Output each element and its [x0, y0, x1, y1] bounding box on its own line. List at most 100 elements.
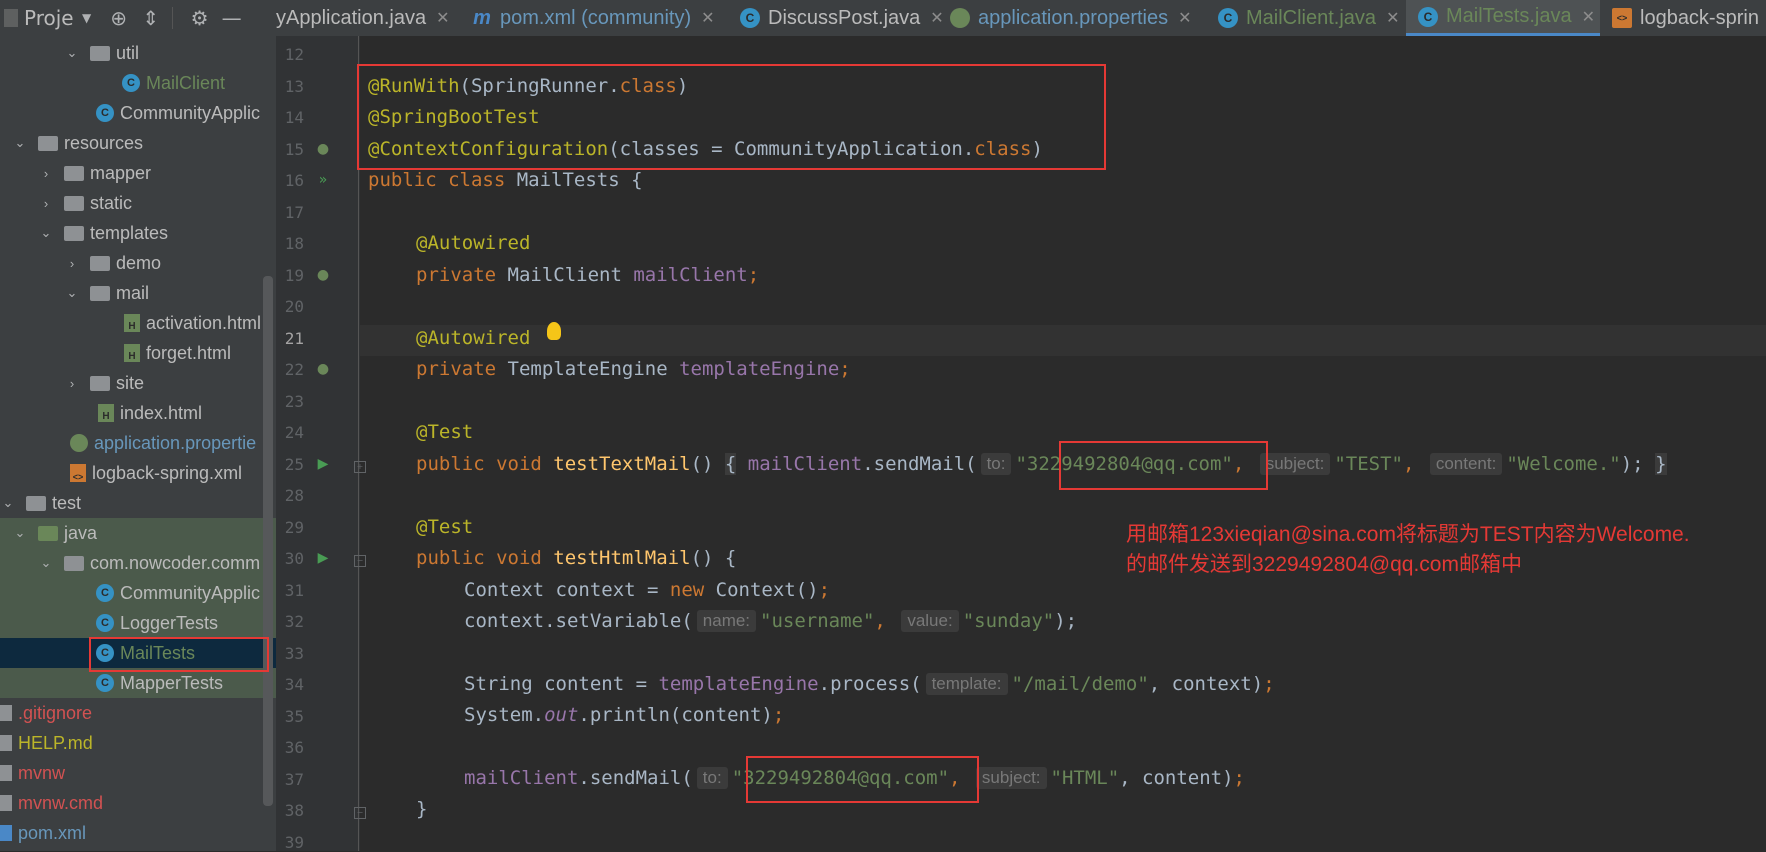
line-number: 29	[284, 518, 304, 537]
tab-label: DiscussPost.java	[768, 6, 921, 29]
tree-item-mappertests[interactable]: C MapperTests	[0, 668, 276, 698]
annotation-token: @SpringBootTest	[368, 105, 540, 128]
tab-community-application[interactable]: yApplication.java ✕	[276, 0, 450, 36]
run-test-icon[interactable]: ▶	[314, 455, 332, 473]
tree-item-index-html[interactable]: H index.html	[0, 398, 276, 428]
code-token: ,	[1232, 452, 1256, 475]
tree-item-loggertests[interactable]: C LoggerTests	[0, 608, 276, 638]
tree-item-mapper[interactable]: › mapper	[0, 158, 276, 188]
tree-item-static[interactable]: › static	[0, 188, 276, 218]
code-line-38: }	[416, 793, 427, 824]
annotation-token: @RunWith	[368, 74, 460, 97]
collapse-icon[interactable]: ⇕	[138, 5, 164, 31]
close-icon[interactable]: ✕	[1582, 7, 1595, 27]
keyword-token: public void	[416, 452, 554, 475]
line-number: 16	[284, 171, 304, 190]
close-icon[interactable]: ✕	[701, 8, 714, 28]
tab-pom-xml[interactable]: m pom.xml (community) ✕	[472, 0, 714, 36]
annotation-token: @Test	[416, 420, 474, 443]
chevron-down-icon[interactable]: ⌄	[64, 45, 80, 61]
folder-icon	[26, 495, 46, 511]
tree-item-label: index.html	[120, 402, 203, 423]
gear-icon[interactable]: ⚙	[187, 5, 213, 31]
tree-item-logback-spring-xml[interactable]: <> logback-spring.xml	[0, 458, 276, 488]
tree-item-mvnw[interactable]: mvnw	[0, 758, 276, 788]
tree-item-mailclient[interactable]: C MailClient	[0, 68, 276, 98]
tree-item-templates[interactable]: ⌄ templates	[0, 218, 276, 248]
tree-item-gitignore[interactable]: .gitignore	[0, 698, 276, 728]
tree-item-label: site	[116, 372, 145, 393]
tree-item-mail[interactable]: ⌄ mail	[0, 278, 276, 308]
folded-brace[interactable]: {	[724, 452, 737, 475]
run-tests-icon[interactable]: »	[314, 171, 332, 189]
close-icon[interactable]: ✕	[1386, 8, 1399, 28]
folder-icon	[90, 375, 110, 391]
package-folder-icon	[64, 555, 84, 571]
minimize-icon[interactable]: —	[219, 5, 245, 31]
close-icon[interactable]: ✕	[436, 8, 449, 28]
fold-collapse-icon[interactable]: −	[354, 807, 366, 819]
chevron-right-icon[interactable]: ›	[64, 256, 80, 271]
sidebar-scrollbar[interactable]	[263, 276, 273, 806]
chevron-down-icon[interactable]: ⌄	[12, 525, 28, 541]
close-icon[interactable]: ✕	[930, 8, 943, 28]
tree-item-java[interactable]: ⌄ java	[0, 518, 276, 548]
annotation-note: 用邮箱123xieqian@sina.com将标题为TEST内容为Welcome…	[1126, 520, 1766, 580]
tree-item-forget-html[interactable]: H forget.html	[0, 338, 276, 368]
tree-item-label: mail	[116, 282, 150, 303]
spring-bean-icon[interactable]: ●	[314, 140, 332, 158]
tab-discusspost[interactable]: C DiscussPost.java ✕	[740, 0, 944, 36]
fold-collapse-icon[interactable]: −	[354, 555, 366, 567]
tree-item-com-nowcoder[interactable]: ⌄ com.nowcoder.comm	[0, 548, 276, 578]
chevron-down-icon[interactable]: ⌄	[12, 135, 28, 151]
tree-item-help-md[interactable]: HELP.md	[0, 728, 276, 758]
line-number: 28	[284, 486, 304, 505]
tree-item-application-properties[interactable]: application.propertie	[0, 428, 276, 458]
tree-item-site[interactable]: › site	[0, 368, 276, 398]
chevron-down-icon[interactable]: ⌄	[64, 285, 80, 301]
tree-item-communityapplicationtests[interactable]: C CommunityApplic	[0, 578, 276, 608]
tree-item-label: logback-spring.xml	[92, 462, 243, 483]
chevron-down-icon[interactable]: ⌄	[0, 495, 16, 511]
close-icon[interactable]: ✕	[1178, 8, 1191, 28]
code-line-13: @RunWith (SpringRunner. class)	[368, 70, 688, 101]
run-test-icon[interactable]: ▶	[314, 549, 332, 567]
tab-application-properties[interactable]: application.properties ✕	[950, 0, 1192, 36]
code-line-24: @Test	[416, 416, 473, 447]
code-token: TemplateEngine	[507, 357, 680, 380]
code-line-21: @Autowired	[416, 322, 530, 353]
file-icon	[0, 705, 12, 721]
code-line-29: @Test	[416, 511, 473, 542]
tree-item-mvnw-cmd[interactable]: mvnw.cmd	[0, 788, 276, 818]
tab-mailclient[interactable]: C MailClient.java ✕	[1218, 0, 1399, 36]
folder-icon	[64, 165, 84, 181]
keyword-token: public void	[416, 546, 554, 569]
field-token: mailClient	[464, 766, 579, 789]
code-line-37: mailClient .sendMail(to: "3229492804@qq.co…	[464, 762, 1245, 793]
chevron-right-icon[interactable]: ›	[38, 166, 54, 181]
tab-mailtests[interactable]: C MailTests.java ✕	[1406, 0, 1600, 36]
markdown-file-icon	[0, 735, 12, 751]
tree-item-resources[interactable]: ⌄ resources	[0, 128, 276, 158]
tree-item-communityapplication[interactable]: C CommunityApplic	[0, 98, 276, 128]
chevron-down-icon[interactable]: ▼	[74, 5, 100, 31]
tab-logback[interactable]: <> logback-sprin	[1612, 0, 1759, 36]
fold-expand-icon[interactable]: +	[354, 461, 366, 473]
tree-item-test[interactable]: ⌄ test	[0, 488, 276, 518]
chevron-right-icon[interactable]: ›	[64, 376, 80, 391]
autowired-navigate-icon[interactable]: ●	[314, 360, 332, 378]
lightbulb-icon[interactable]	[547, 322, 561, 340]
chevron-down-icon[interactable]: ⌄	[38, 555, 54, 571]
html-file-icon: H	[98, 404, 114, 422]
chevron-down-icon[interactable]: ⌄	[38, 225, 54, 241]
tree-item-mailtests[interactable]: C MailTests	[0, 638, 276, 668]
autowired-navigate-icon[interactable]: ●	[314, 266, 332, 284]
locate-icon[interactable]: ⊕	[106, 5, 132, 31]
folded-brace[interactable]: }	[1655, 452, 1667, 475]
panel-title[interactable]: Proje	[24, 6, 74, 30]
tree-item-pom-xml[interactable]: pom.xml	[0, 818, 276, 848]
tree-item-util[interactable]: ⌄ util	[0, 38, 276, 68]
tree-item-demo[interactable]: › demo	[0, 248, 276, 278]
tree-item-activation-html[interactable]: H activation.html	[0, 308, 276, 338]
chevron-right-icon[interactable]: ›	[38, 196, 54, 211]
